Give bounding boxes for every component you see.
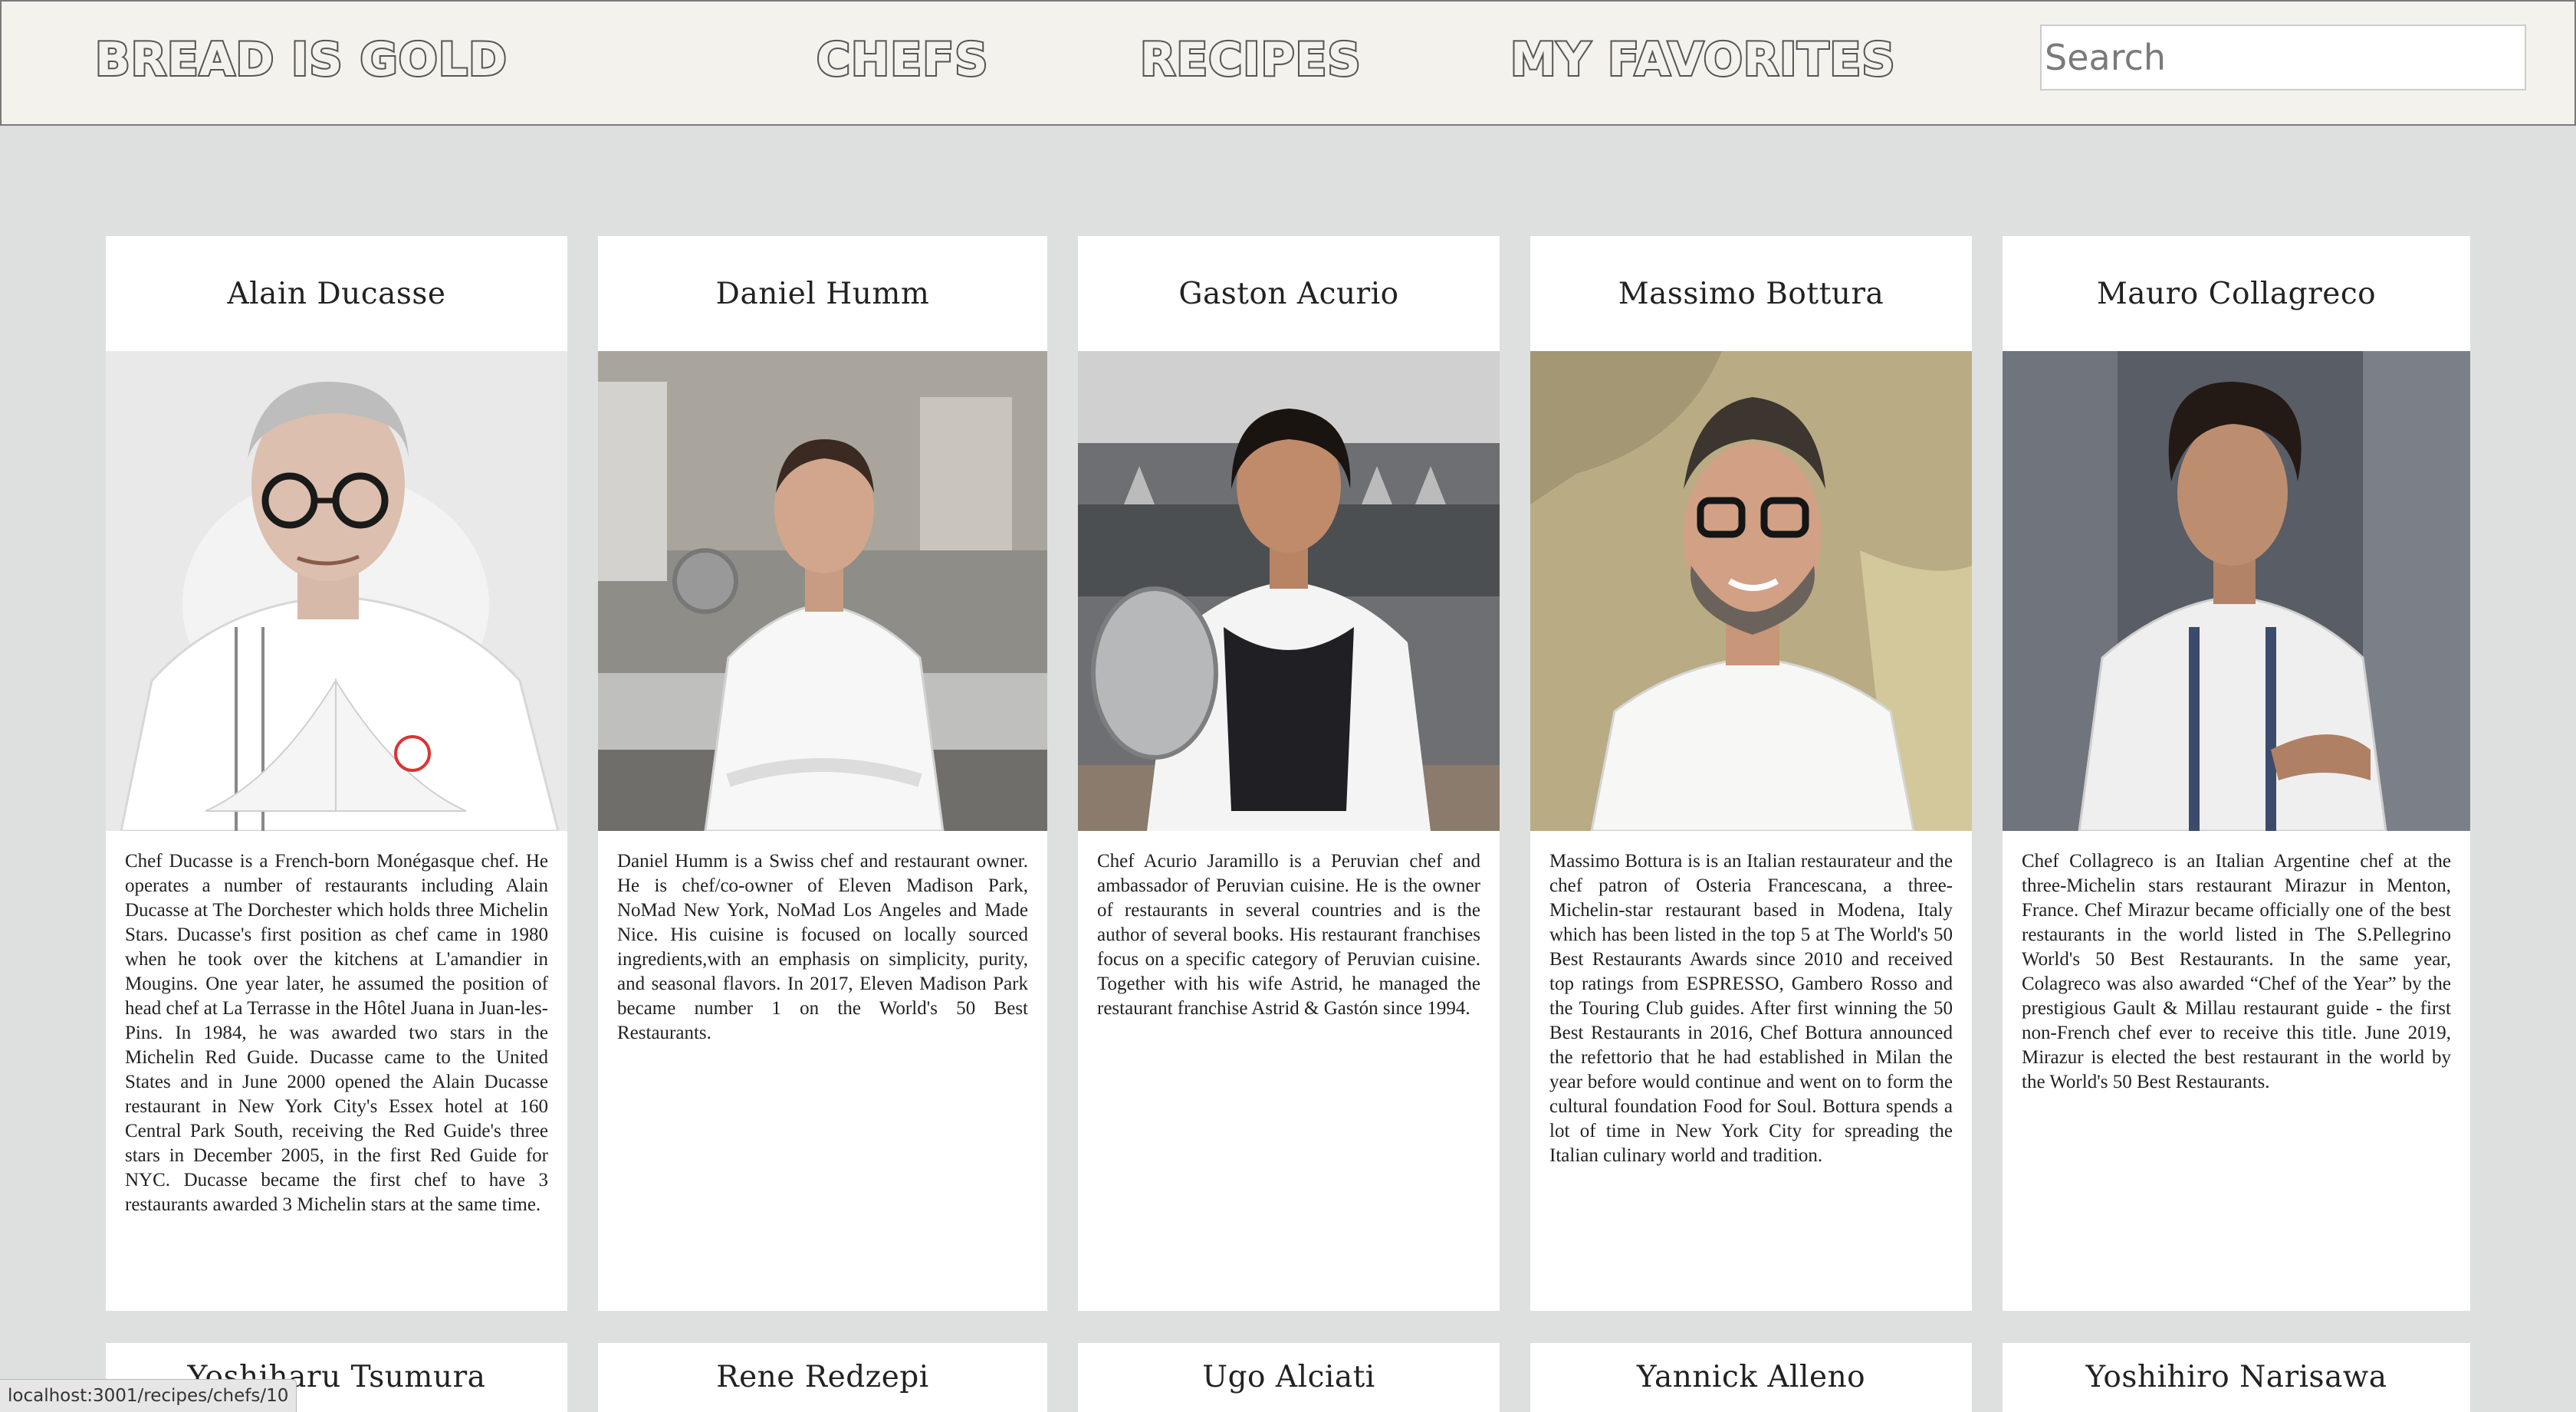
top-navbar: Bread is Gold Chefs Recipes My Favorites: [0, 0, 2576, 126]
chef-card-yoshihiro-narisawa[interactable]: Yoshihiro Narisawa: [2003, 1343, 2470, 1412]
chef-card-mauro-collagreco[interactable]: Mauro Collagreco Chef Collagreco is an I…: [2003, 236, 2470, 1311]
chef-card-rene-redzepi[interactable]: Rene Redzepi: [598, 1343, 1047, 1412]
chef-photo: [106, 351, 567, 831]
chef-card-yannick-alleno[interactable]: Yannick Alleno: [1530, 1343, 1972, 1412]
chef-card-gaston-acurio[interactable]: Gaston Acurio Chef Acurio Jaramillo is a…: [1078, 236, 1500, 1311]
chef-name: Yannick Alleno: [1636, 1360, 1866, 1394]
nav-link-my-favorites[interactable]: My Favorites: [1509, 31, 1897, 88]
chef-description: Chef Acurio Jaramillo is a Peruvian chef…: [1097, 851, 1480, 1019]
chef-name: Ugo Alciati: [1202, 1360, 1375, 1394]
chef-description: Massimo Bottura is is an Italian restaur…: [1549, 851, 1953, 1166]
chef-name: Gaston Acurio: [1178, 276, 1399, 311]
chef-photo: [1530, 351, 1972, 831]
chef-description: Chef Collagreco is an Italian Argentine …: [2022, 851, 2451, 1092]
chef-card-daniel-humm[interactable]: Daniel Humm Daniel Humm is a Swiss chef …: [598, 236, 1047, 1311]
chef-card-alain-ducasse[interactable]: Alain Ducasse Chef Ducasse is a French-b…: [106, 236, 567, 1311]
nav-link-recipes[interactable]: Recipes: [1138, 31, 1362, 88]
brand-logo-link[interactable]: Bread is Gold: [94, 31, 508, 88]
chef-card-massimo-bottura[interactable]: Massimo Bottura Massimo Bottura is is an…: [1530, 236, 1972, 1311]
chef-name: Mauro Collagreco: [2096, 276, 2377, 311]
chef-photo: [598, 351, 1047, 831]
chef-name: Alain Ducasse: [227, 276, 446, 311]
chef-photo: [1078, 351, 1500, 831]
chef-name: Rene Redzepi: [716, 1360, 929, 1394]
chef-photo: [2003, 351, 2470, 831]
chef-description: Chef Ducasse is a French-born Monégasque…: [125, 851, 548, 1215]
nav-link-chefs[interactable]: Chefs: [815, 31, 989, 88]
chef-description: Daniel Humm is a Swiss chef and restaura…: [617, 851, 1028, 1043]
chef-name: Daniel Humm: [715, 276, 930, 311]
link-status-bar: localhost:3001/recipes/chefs/10: [0, 1379, 297, 1412]
search-input[interactable]: [2040, 25, 2526, 90]
chef-card-ugo-alciati[interactable]: Ugo Alciati: [1078, 1343, 1500, 1412]
chef-name: Massimo Bottura: [1618, 276, 1884, 311]
chef-name: Yoshihiro Narisawa: [2085, 1360, 2387, 1394]
